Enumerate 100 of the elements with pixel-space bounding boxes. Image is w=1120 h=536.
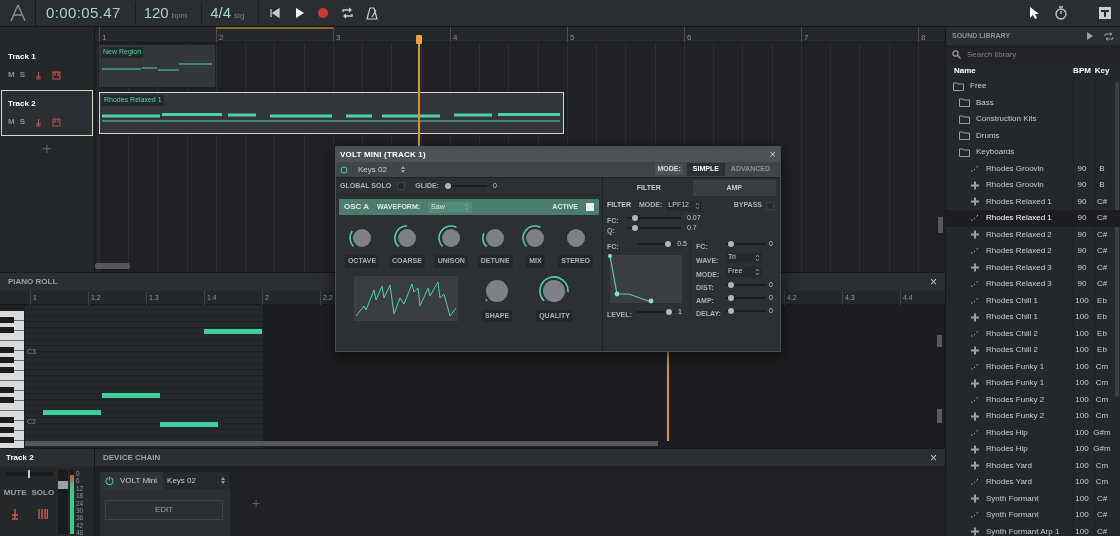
library-row[interactable]: Rhodes Funky 1 100 Cm <box>946 375 1120 392</box>
library-row[interactable]: Keyboards <box>946 144 1120 161</box>
track-name: Track 2 <box>8 98 37 110</box>
panel-title: PIANO ROLL <box>8 276 58 288</box>
library-row[interactable]: Rhodes Yard 100 Cm <box>946 474 1120 491</box>
loop-icon[interactable] <box>1104 31 1114 41</box>
library-row[interactable]: Drums <box>946 127 1120 144</box>
edit-button[interactable]: EDIT <box>105 500 223 520</box>
close-button[interactable]: × <box>930 276 937 288</box>
updown-icon <box>220 476 226 485</box>
stopwatch-icon[interactable] <box>1054 6 1068 20</box>
loop-sample-icon <box>970 164 980 173</box>
library-row[interactable]: Rhodes Chill 2 100 Eb <box>946 325 1120 342</box>
playhead-handle[interactable] <box>416 35 422 44</box>
tempo-unit: bpm <box>171 9 188 22</box>
instrument-icon <box>970 527 980 536</box>
scrollbar-thumb[interactable] <box>938 217 943 233</box>
track-name: Track 1 <box>8 51 37 63</box>
solo-button[interactable]: S <box>19 69 25 81</box>
library-row[interactable]: Rhodes Chill 1 100 Eb <box>946 309 1120 326</box>
instrument-icon <box>970 345 980 355</box>
power-icon[interactable] <box>105 476 114 485</box>
close-button[interactable]: × <box>769 149 776 160</box>
skip-back-icon[interactable] <box>269 7 282 19</box>
solo-button[interactable]: SOLO <box>31 487 55 499</box>
microphone-icon[interactable] <box>34 70 43 80</box>
library-row[interactable]: Free <box>946 78 1120 95</box>
loop-icon[interactable] <box>341 7 355 19</box>
scrollbar-thumb[interactable] <box>937 335 942 347</box>
checkbox[interactable] <box>586 203 594 211</box>
volume-fader[interactable] <box>58 470 68 534</box>
updown-icon <box>400 165 406 174</box>
folder-icon <box>959 131 970 141</box>
loop-sample-icon <box>970 214 980 223</box>
library-row[interactable]: Rhodes Hip 100 G#m <box>946 441 1120 458</box>
pointer-icon[interactable] <box>1028 6 1040 20</box>
envelope-graph[interactable] <box>607 252 685 304</box>
library-row[interactable]: Rhodes Funky 1 100 Cm <box>946 358 1120 375</box>
close-button[interactable]: × <box>930 451 937 464</box>
record-icon[interactable] <box>317 7 330 19</box>
library-row[interactable]: Synth Formant 100 C# <box>946 490 1120 507</box>
updown-icon <box>695 201 701 210</box>
metronome-icon[interactable] <box>366 6 379 20</box>
ruler-label: 1 <box>102 33 107 42</box>
instrument-icon <box>970 494 980 504</box>
oscillator-label: OSC A <box>344 201 370 213</box>
instrument-icon <box>970 312 980 322</box>
ruler-label: 6 <box>687 33 692 42</box>
track-header[interactable]: Track 2 M S <box>1 90 93 136</box>
library-row[interactable]: Rhodes Relaxed 1 90 C# <box>946 210 1120 227</box>
library-row[interactable]: Rhodes Relaxed 2 90 C# <box>946 226 1120 243</box>
library-row[interactable]: Rhodes Funky 2 100 Cm <box>946 408 1120 425</box>
library-row[interactable]: Rhodes Funky 2 100 Cm <box>946 391 1120 408</box>
library-row[interactable]: Synth Formant 100 C# <box>946 507 1120 524</box>
updown-icon <box>755 253 760 262</box>
play-icon[interactable] <box>293 7 306 19</box>
search-icon <box>952 50 961 59</box>
library-row[interactable]: Rhodes Relaxed 3 90 C# <box>946 259 1120 276</box>
scrollbar-thumb[interactable] <box>937 409 942 423</box>
mute-button[interactable]: M <box>8 116 15 128</box>
checkbox[interactable] <box>397 182 406 190</box>
microphone-icon[interactable] <box>34 117 43 127</box>
library-row[interactable]: Rhodes Yard 100 Cm <box>946 457 1120 474</box>
library-row[interactable]: Rhodes Chill 2 100 Eb <box>946 342 1120 359</box>
instrument-icon <box>970 461 980 471</box>
library-row[interactable]: Rhodes Relaxed 3 90 C# <box>946 276 1120 293</box>
scrollbar-thumb[interactable] <box>25 441 658 446</box>
library-row[interactable]: Rhodes Hip 100 G#m <box>946 424 1120 441</box>
loop-sample-icon <box>970 362 980 371</box>
library-row[interactable]: Rhodes Relaxed 2 90 C# <box>946 243 1120 260</box>
library-row[interactable]: Bass <box>946 94 1120 111</box>
track-name: Track 2 <box>6 452 34 464</box>
instrument-icon <box>970 230 980 240</box>
scrollbar-thumb[interactable] <box>95 263 130 269</box>
library-row[interactable]: Rhodes Groovin 90 B <box>946 160 1120 177</box>
piano-keys-drawing[interactable] <box>0 311 24 448</box>
column-header[interactable]: BPM <box>1072 65 1092 77</box>
library-row[interactable]: Construction Kits <box>946 111 1120 128</box>
power-icon[interactable] <box>340 165 348 174</box>
track-header[interactable]: Track 1 M S <box>1 43 93 89</box>
library-row[interactable]: Rhodes Relaxed 1 90 C# <box>946 193 1120 210</box>
signature-unit: sig <box>234 9 245 22</box>
solo-button[interactable]: S <box>19 116 25 128</box>
column-header[interactable]: Key <box>1092 65 1112 77</box>
column-header[interactable]: Name <box>954 65 1072 77</box>
time-display: 0:00:05.47 <box>46 2 121 23</box>
instrument-icon <box>970 197 980 207</box>
library-row[interactable]: Rhodes Chill 1 100 Eb <box>946 292 1120 309</box>
library-row[interactable]: Synth Formant Arp 1 100 C# <box>946 523 1120 536</box>
loop-sample-icon <box>970 428 980 437</box>
folder-icon <box>959 98 970 108</box>
microphone-icon[interactable] <box>10 508 20 520</box>
tempo-value: 120 <box>143 2 169 23</box>
loop-sample-icon <box>970 247 980 256</box>
preset-dropdown[interactable]: Keys 02 <box>358 163 387 176</box>
mute-button[interactable]: M <box>8 69 15 81</box>
mute-button[interactable]: MUTE <box>3 487 27 499</box>
instrument-icon <box>970 263 980 273</box>
checkbox[interactable] <box>766 201 774 210</box>
library-row[interactable]: Rhodes Groovin 90 B <box>946 177 1120 194</box>
